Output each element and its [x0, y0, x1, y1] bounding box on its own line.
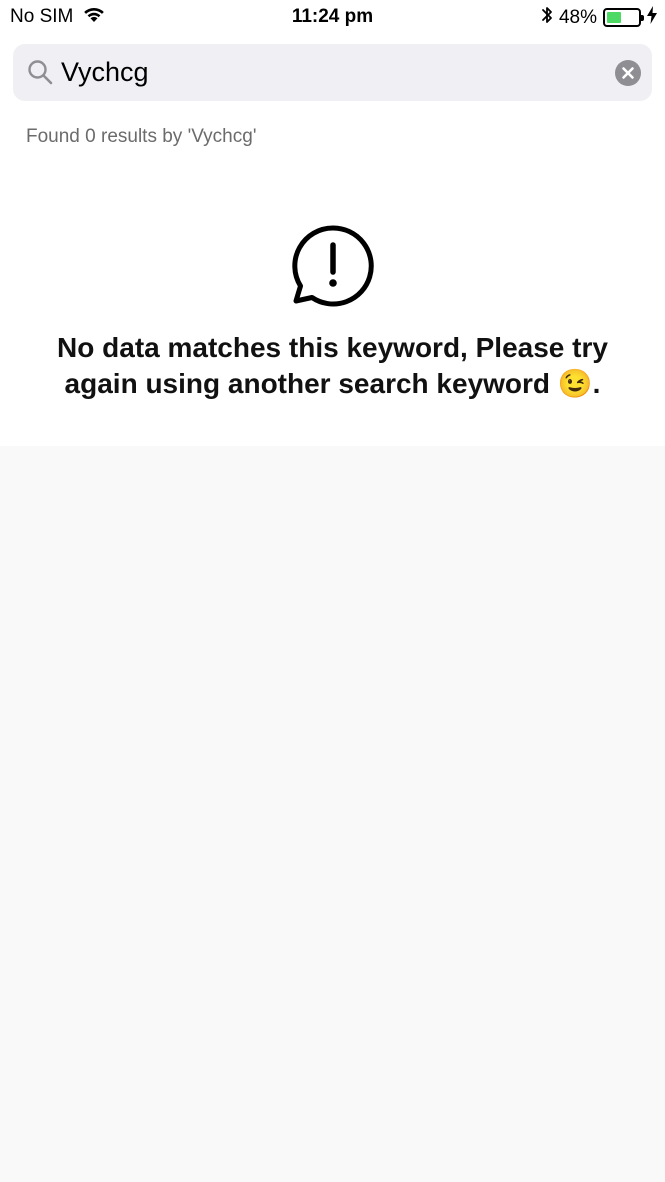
battery-level-fill — [607, 12, 622, 23]
search-icon — [27, 59, 53, 85]
search-bar[interactable] — [13, 44, 652, 101]
search-input[interactable] — [61, 44, 601, 101]
battery-percent: 48% — [558, 6, 597, 28]
clear-search-icon[interactable] — [615, 60, 641, 86]
status-bar: No SIM 11:24 pm 48% — [0, 0, 665, 34]
bluetooth-icon — [541, 5, 553, 30]
status-right: 48% — [541, 5, 657, 30]
battery-icon — [603, 8, 644, 27]
screen: No SIM 11:24 pm 48% Vychcg Found 0 resul… — [0, 0, 665, 1182]
empty-state-message: No data matches this keyword, Please try… — [57, 332, 608, 399]
results-count: Found 0 results by 'Vychcg' — [26, 126, 257, 147]
alert-bubble-icon — [290, 223, 376, 309]
content-area: No SIM 11:24 pm 48% Vychcg Found 0 resul… — [0, 0, 665, 446]
charging-icon — [647, 6, 657, 29]
battery-nub — [641, 15, 644, 21]
